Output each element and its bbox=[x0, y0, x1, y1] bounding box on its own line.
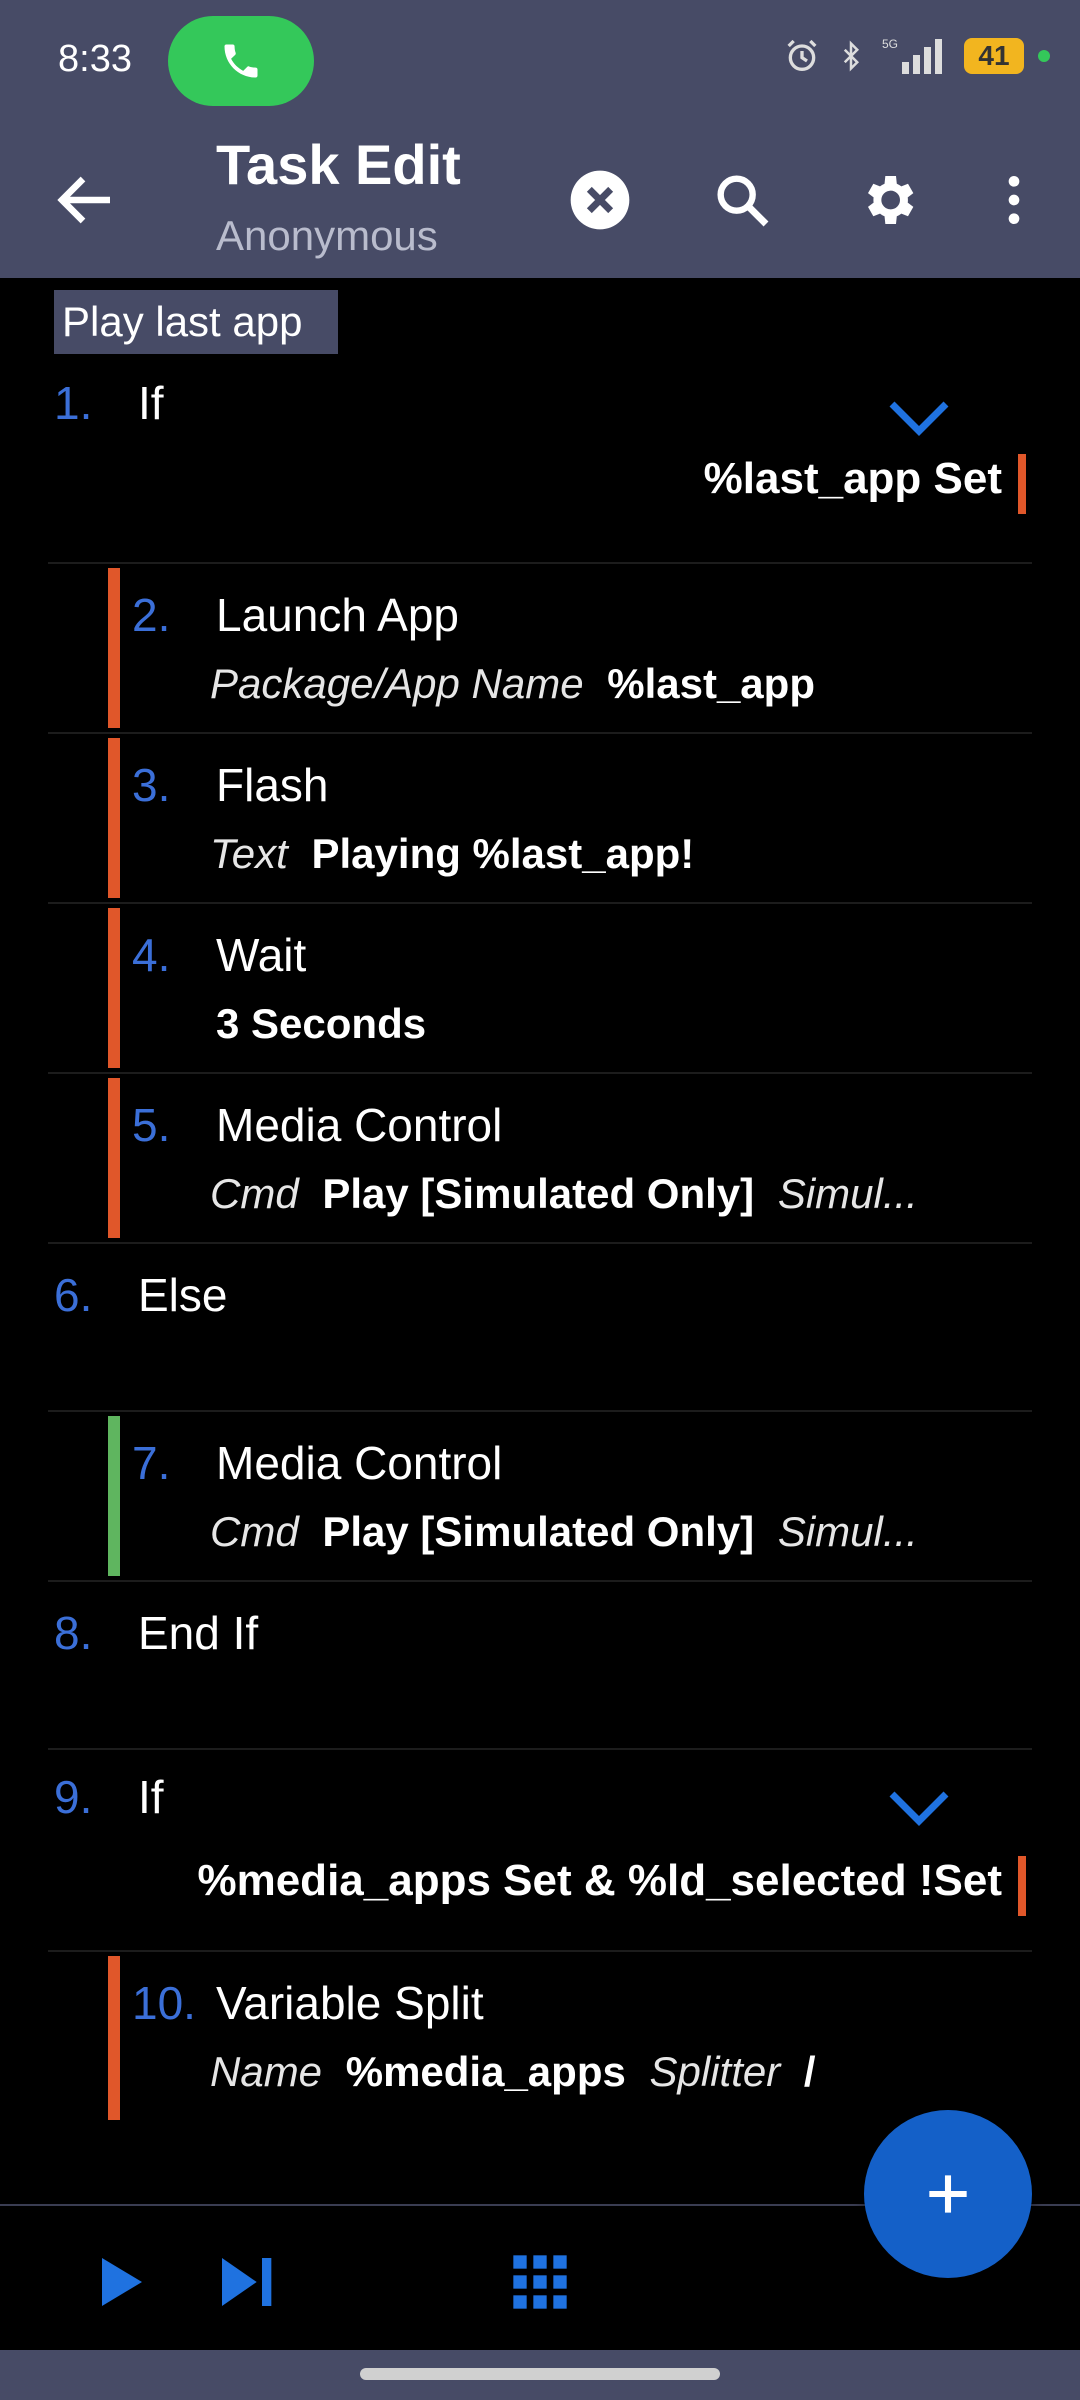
arg-key: Package/App Name bbox=[210, 660, 584, 707]
search-icon bbox=[717, 175, 769, 227]
svg-text:5G: 5G bbox=[882, 37, 898, 51]
alarm-icon bbox=[787, 39, 817, 71]
action-number: 3. bbox=[132, 759, 171, 811]
condition-marker bbox=[1018, 1856, 1026, 1916]
action-args: 3 Seconds bbox=[216, 1000, 438, 1048]
action-row-5[interactable]: 5. Media Control Cmd Play [Simulated Onl… bbox=[48, 1074, 1032, 1242]
gesture-nav-bar bbox=[0, 2350, 1080, 2400]
play-icon[interactable] bbox=[86, 2250, 150, 2314]
status-time: 8:33 bbox=[58, 38, 132, 80]
action-args: Name %media_apps Splitter / bbox=[210, 2048, 828, 2096]
app-bar: Task Edit Anonymous bbox=[0, 122, 1080, 278]
action-number: 5. bbox=[132, 1099, 171, 1151]
add-action-button[interactable] bbox=[864, 2110, 1032, 2278]
branch-bar bbox=[108, 738, 120, 898]
page-title: Task Edit bbox=[216, 133, 461, 196]
action-label: Else bbox=[138, 1269, 228, 1321]
grid-icon[interactable] bbox=[508, 2250, 572, 2314]
arg-value: Play [Simulated Only] bbox=[322, 1508, 755, 1555]
arg-key: Cmd bbox=[210, 1508, 299, 1555]
plus-icon bbox=[929, 2175, 967, 2213]
arg-value: %last_app bbox=[607, 660, 815, 707]
arg-value: Play [Simulated Only] bbox=[322, 1170, 755, 1217]
arg-key: Name bbox=[210, 2048, 323, 2095]
condition-marker bbox=[1018, 454, 1026, 514]
status-icons: 5G 41 bbox=[782, 36, 1050, 76]
task-action-list: Play last app 1. If %last_app Set 2. Lau… bbox=[0, 278, 1080, 2204]
action-args: Cmd Play [Simulated Only] Simul... bbox=[210, 1508, 930, 1556]
branch-bar bbox=[108, 908, 120, 1068]
chevron-down-icon[interactable] bbox=[884, 394, 954, 444]
if-condition: %last_app Set bbox=[703, 454, 1002, 503]
arg-extra: Simul... bbox=[777, 1170, 918, 1217]
battery-level: 41 bbox=[978, 40, 1010, 71]
page-subtitle: Anonymous bbox=[216, 212, 438, 259]
action-label: If bbox=[138, 1771, 164, 1823]
branch-bar bbox=[108, 1956, 120, 2120]
clear-button[interactable] bbox=[564, 164, 636, 236]
action-number: 6. bbox=[54, 1269, 93, 1321]
search-button[interactable] bbox=[706, 164, 778, 236]
arg-key: Cmd bbox=[210, 1170, 299, 1217]
gear-icon bbox=[868, 176, 914, 224]
arg-value: Playing %last_app! bbox=[311, 830, 695, 877]
more-options-button[interactable] bbox=[978, 164, 1050, 236]
bluetooth-icon bbox=[843, 40, 860, 72]
back-button[interactable] bbox=[50, 164, 122, 236]
ongoing-call-pill[interactable] bbox=[168, 16, 314, 106]
skip-next-icon[interactable] bbox=[214, 2250, 278, 2314]
branch-bar bbox=[108, 568, 120, 728]
action-args: Package/App Name %last_app bbox=[210, 660, 827, 708]
action-label: Flash bbox=[216, 759, 329, 811]
action-row-9[interactable]: 9. If %media_apps Set & %ld_selected !Se… bbox=[48, 1750, 1032, 1950]
action-row-8[interactable]: 8. End If bbox=[48, 1582, 1032, 1748]
action-label: Media Control bbox=[216, 1437, 503, 1489]
arg-extra: Simul... bbox=[777, 1508, 918, 1555]
chevron-down-icon[interactable] bbox=[884, 1784, 954, 1834]
action-label: Variable Split bbox=[216, 1977, 484, 2029]
if-condition: %media_apps Set & %ld_selected !Set bbox=[197, 1856, 1002, 1905]
status-bar: 8:33 5G 41 bbox=[0, 0, 1080, 122]
home-handle[interactable] bbox=[360, 2368, 720, 2380]
action-number: 4. bbox=[132, 929, 171, 981]
action-label: Launch App bbox=[216, 589, 460, 641]
battery-icon: 41 bbox=[964, 38, 1024, 74]
action-row-10[interactable]: 10. Variable Split Name %media_apps Spli… bbox=[48, 1952, 1032, 2120]
action-row-3[interactable]: 3. Flash Text Playing %last_app! bbox=[48, 734, 1032, 902]
privacy-indicator-dot bbox=[1038, 50, 1050, 62]
more-vert-icon bbox=[1008, 176, 1020, 224]
action-label: End If bbox=[138, 1607, 259, 1659]
action-label: Media Control bbox=[216, 1099, 503, 1151]
branch-bar bbox=[108, 1078, 120, 1238]
arg-key: Text bbox=[210, 830, 288, 877]
action-row-4[interactable]: 4. Wait 3 Seconds bbox=[48, 904, 1032, 1072]
action-number: 8. bbox=[54, 1607, 93, 1659]
arg-value: 3 Seconds bbox=[216, 1000, 427, 1047]
action-number: 10. bbox=[132, 1977, 196, 2029]
arg-key-2: Splitter bbox=[649, 2048, 781, 2095]
action-row-2[interactable]: 2. Launch App Package/App Name %last_app bbox=[48, 564, 1032, 732]
arg-value: %media_apps bbox=[345, 2048, 626, 2095]
arg-value-2: / bbox=[803, 2048, 816, 2095]
action-number: 9. bbox=[54, 1771, 93, 1823]
back-arrow-icon bbox=[57, 176, 110, 224]
action-row-7[interactable]: 7. Media Control Cmd Play [Simulated Onl… bbox=[48, 1412, 1032, 1580]
action-row-6[interactable]: 6. Else bbox=[48, 1244, 1032, 1410]
action-args: Text Playing %last_app! bbox=[210, 830, 706, 878]
phone-icon bbox=[224, 44, 258, 78]
action-label: If bbox=[138, 377, 164, 429]
action-label: Wait bbox=[216, 929, 307, 981]
action-number: 7. bbox=[132, 1437, 171, 1489]
action-args: Cmd Play [Simulated Only] Simul... bbox=[210, 1170, 930, 1218]
action-row-1[interactable]: 1. If %last_app Set bbox=[48, 368, 1032, 518]
settings-button[interactable] bbox=[852, 164, 924, 236]
task-name[interactable]: Play last app bbox=[54, 290, 339, 354]
action-number: 2. bbox=[132, 589, 171, 641]
signal-icon: 5G bbox=[882, 37, 942, 74]
action-number: 1. bbox=[54, 377, 93, 429]
branch-bar bbox=[108, 1416, 120, 1576]
clear-icon bbox=[570, 170, 630, 230]
